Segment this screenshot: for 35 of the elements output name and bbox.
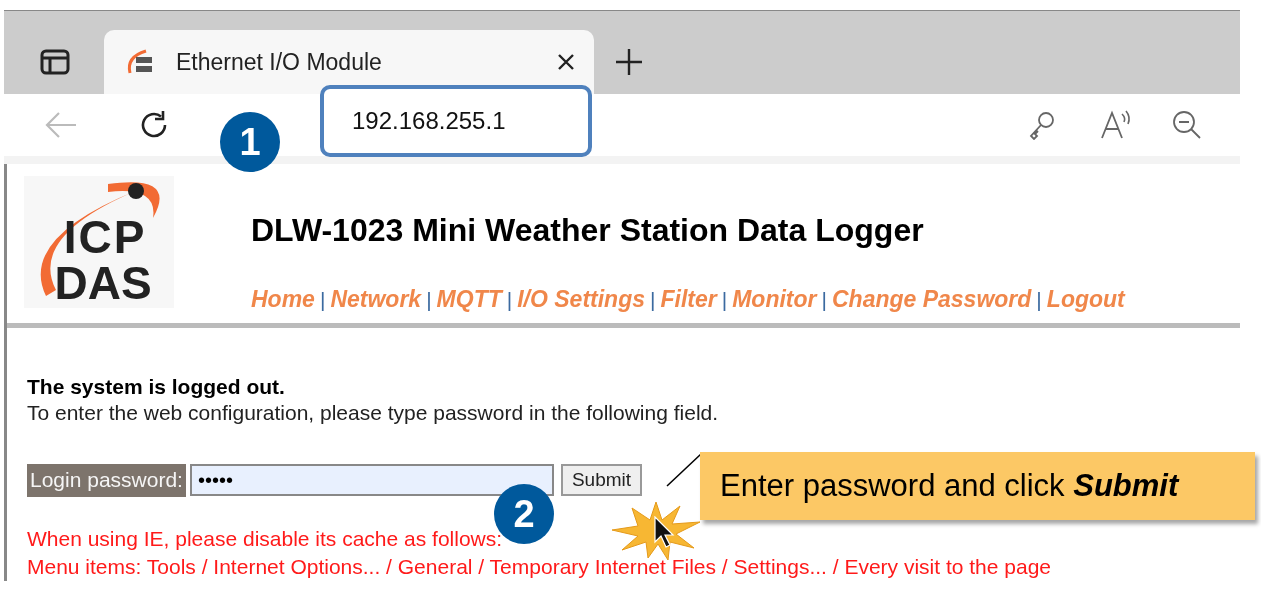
nav-link[interactable]: MQTT (436, 282, 502, 317)
pointer-icon (654, 516, 676, 548)
note-text: Menu items: Tools / Internet Options... / General / Temporary Internet Files / Settings... / Every visit to the page (27, 553, 1052, 580)
password-field[interactable]: ••••• (189, 464, 554, 496)
nav-link[interactable]: Change Password (831, 282, 1032, 317)
key-icon[interactable] (1028, 110, 1056, 140)
leader-line (666, 453, 702, 487)
nav-link[interactable]: Monitor (732, 282, 817, 317)
page-title: DLW-1023 Mini Weather Station Data Logger (251, 211, 925, 250)
address-bar[interactable]: 192.168.255.1 (320, 85, 592, 157)
nav-separator: | (821, 286, 827, 313)
company-logo: ICP DAS (24, 176, 174, 308)
nav-link[interactable]: Network (330, 282, 422, 317)
nav-link[interactable]: Home (251, 282, 315, 317)
zoom-out-icon[interactable] (1172, 110, 1202, 140)
sidebar-toggle-icon[interactable] (40, 49, 70, 75)
nav-separator: | (1036, 286, 1042, 313)
nav-link[interactable]: Logout (1046, 282, 1125, 317)
nav-link[interactable]: I/O Settings (517, 282, 645, 317)
nav-separator: | (506, 286, 513, 313)
instruction-text: To enter the web configuration, please type password in the following field. (27, 399, 720, 426)
nav-separator: | (721, 286, 728, 313)
nav-separator: | (426, 286, 432, 313)
submit-button[interactable]: Submit (560, 464, 643, 496)
nav-separator: | (650, 286, 656, 313)
field-label: Login password: (27, 463, 186, 497)
browser-tab[interactable]: Ethernet I/O Module (104, 30, 594, 94)
tab-title: Ethernet I/O Module (176, 47, 383, 77)
callout-box: Enter password and click Submit (700, 452, 1255, 520)
close-icon[interactable] (556, 52, 576, 72)
nav-link[interactable]: Filter (660, 282, 717, 317)
plus-icon[interactable] (615, 48, 643, 76)
note-text: When using IE, please disable its cache as follows: (27, 525, 503, 552)
nav-separator: | (319, 286, 326, 313)
status-message: The system is logged out. (27, 373, 286, 400)
